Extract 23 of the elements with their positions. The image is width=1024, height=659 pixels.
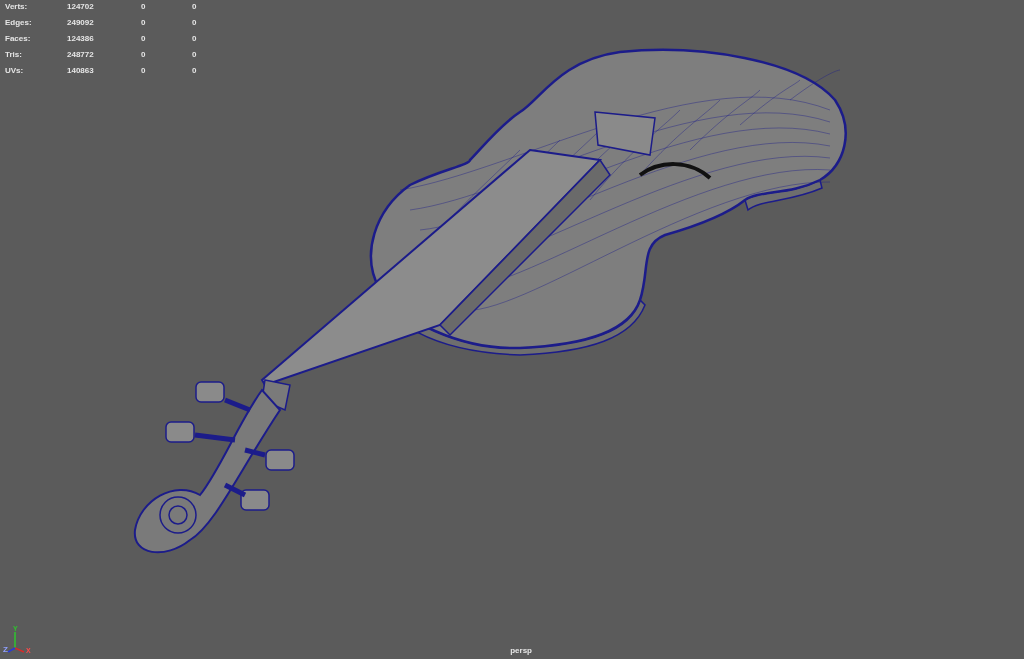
- stat-value: 0: [192, 64, 198, 77]
- stat-value: 124386: [67, 32, 95, 45]
- stat-value: 0: [192, 1, 198, 13]
- stat-value: 0: [141, 17, 147, 29]
- axis-gizmo-drawing: [7, 631, 25, 653]
- stat-value: 0: [192, 32, 198, 45]
- stat-label: Faces:: [5, 32, 32, 45]
- stat-value: 0: [141, 1, 147, 13]
- stat-value: 140863: [67, 64, 95, 77]
- stat-value: 0: [192, 48, 198, 61]
- stat-value: 0: [192, 17, 198, 29]
- stat-value: 0: [141, 32, 147, 45]
- stat-label: Edges:: [5, 17, 33, 29]
- camera-label: persp: [510, 645, 532, 657]
- stat-value: 0: [141, 64, 147, 77]
- stat-value: 248772: [67, 48, 95, 61]
- stat-value: 0: [141, 48, 147, 61]
- stat-label: Verts:: [5, 1, 29, 13]
- stat-value: 124702: [67, 1, 95, 13]
- axis-label: Z: [3, 645, 8, 654]
- stat-label: Tris:: [5, 48, 23, 61]
- stat-label: UVs:: [5, 64, 25, 77]
- stat-value: 249092: [67, 17, 95, 29]
